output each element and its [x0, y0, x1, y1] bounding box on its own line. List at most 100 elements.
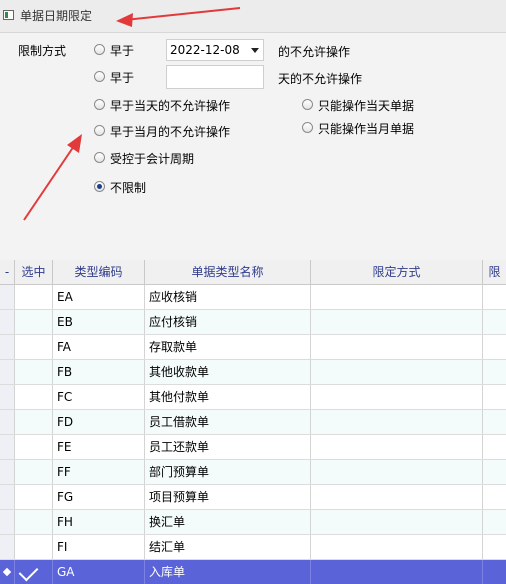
row-indicator[interactable]: [0, 485, 15, 509]
table-row[interactable]: FA 存取款单: [0, 335, 506, 360]
row-indicator[interactable]: [0, 560, 15, 584]
header-restriction-mode[interactable]: 限定方式: [311, 260, 483, 284]
row-indicator[interactable]: [0, 310, 15, 334]
cell-truncated[interactable]: [483, 510, 506, 534]
cell-restriction-mode[interactable]: [311, 485, 483, 509]
cell-restriction-mode[interactable]: [311, 310, 483, 334]
row-indicator[interactable]: [0, 510, 15, 534]
cell-restriction-mode[interactable]: [311, 460, 483, 484]
row-select-checkbox[interactable]: [15, 535, 53, 559]
table-row[interactable]: FI 结汇单: [0, 535, 506, 560]
row-indicator[interactable]: [0, 285, 15, 309]
table-row[interactable]: FF 部门预算单: [0, 460, 506, 485]
row-select-checkbox[interactable]: [15, 485, 53, 509]
cell-restriction-mode[interactable]: [311, 510, 483, 534]
cell-truncated[interactable]: [483, 460, 506, 484]
cell-type-name[interactable]: 其他收款单: [145, 360, 311, 384]
row-indicator[interactable]: [0, 410, 15, 434]
table-row[interactable]: FH 换汇单: [0, 510, 506, 535]
cell-type-code[interactable]: EA: [53, 285, 145, 309]
row-select-checkbox[interactable]: [15, 460, 53, 484]
radio-only-today[interactable]: [302, 99, 313, 110]
row-select-checkbox[interactable]: [15, 560, 53, 584]
cell-type-name[interactable]: 其他付款单: [145, 385, 311, 409]
radio-earlier-than-days[interactable]: [94, 71, 105, 82]
table-row[interactable]: FG 项目预算单: [0, 485, 506, 510]
row-indicator[interactable]: [0, 385, 15, 409]
cell-truncated[interactable]: [483, 560, 506, 584]
cell-restriction-mode[interactable]: [311, 360, 483, 384]
cell-truncated[interactable]: [483, 335, 506, 359]
cell-type-code[interactable]: FA: [53, 335, 145, 359]
radio-accounting-period[interactable]: [94, 152, 105, 163]
table-row[interactable]: FC 其他付款单: [0, 385, 506, 410]
cell-truncated[interactable]: [483, 535, 506, 559]
table-row[interactable]: EB 应付核销: [0, 310, 506, 335]
cell-type-name[interactable]: 入库单: [145, 560, 311, 584]
table-row[interactable]: EA 应收核销: [0, 285, 506, 310]
cell-type-code[interactable]: FC: [53, 385, 145, 409]
cell-type-name[interactable]: 换汇单: [145, 510, 311, 534]
cell-truncated[interactable]: [483, 310, 506, 334]
cell-type-name[interactable]: 存取款单: [145, 335, 311, 359]
radio-unlimited[interactable]: [94, 181, 105, 192]
header-type-code[interactable]: 类型编码: [53, 260, 145, 284]
cell-truncated[interactable]: [483, 285, 506, 309]
row-select-checkbox[interactable]: [15, 435, 53, 459]
cell-truncated[interactable]: [483, 360, 506, 384]
table-row[interactable]: FE 员工还款单: [0, 435, 506, 460]
cell-type-code[interactable]: FF: [53, 460, 145, 484]
row-indicator[interactable]: [0, 335, 15, 359]
cell-type-code[interactable]: EB: [53, 310, 145, 334]
row-indicator[interactable]: [0, 535, 15, 559]
cell-type-code[interactable]: FI: [53, 535, 145, 559]
row-select-checkbox[interactable]: [15, 510, 53, 534]
table-row[interactable]: FB 其他收款单: [0, 360, 506, 385]
cell-restriction-mode[interactable]: [311, 285, 483, 309]
radio-before-today[interactable]: [94, 99, 105, 110]
header-indicator[interactable]: -: [0, 260, 15, 284]
row-indicator[interactable]: [0, 360, 15, 384]
cell-type-code[interactable]: FE: [53, 435, 145, 459]
cell-truncated[interactable]: [483, 485, 506, 509]
cell-type-name[interactable]: 员工还款单: [145, 435, 311, 459]
cell-restriction-mode[interactable]: [311, 410, 483, 434]
date-select[interactable]: 2022-12-08: [166, 39, 264, 61]
row-indicator[interactable]: [0, 460, 15, 484]
days-input[interactable]: [166, 65, 264, 89]
header-selected[interactable]: 选中: [15, 260, 53, 284]
cell-type-name[interactable]: 部门预算单: [145, 460, 311, 484]
table-row[interactable]: GA 入库单: [0, 560, 506, 584]
cell-truncated[interactable]: [483, 410, 506, 434]
cell-type-code[interactable]: FD: [53, 410, 145, 434]
row-indicator[interactable]: [0, 435, 15, 459]
cell-restriction-mode[interactable]: [311, 435, 483, 459]
cell-type-name[interactable]: 项目预算单: [145, 485, 311, 509]
row-select-checkbox[interactable]: [15, 310, 53, 334]
radio-earlier-than-date[interactable]: [94, 44, 105, 55]
cell-restriction-mode[interactable]: [311, 535, 483, 559]
row-select-checkbox[interactable]: [15, 410, 53, 434]
chevron-down-icon[interactable]: [251, 48, 259, 53]
cell-type-code[interactable]: FB: [53, 360, 145, 384]
cell-type-name[interactable]: 应收核销: [145, 285, 311, 309]
radio-only-month[interactable]: [302, 122, 313, 133]
cell-type-code[interactable]: FG: [53, 485, 145, 509]
cell-restriction-mode[interactable]: [311, 335, 483, 359]
header-truncated[interactable]: 限: [483, 260, 506, 284]
cell-restriction-mode[interactable]: [311, 385, 483, 409]
cell-truncated[interactable]: [483, 385, 506, 409]
row-select-checkbox[interactable]: [15, 385, 53, 409]
header-type-name[interactable]: 单据类型名称: [145, 260, 311, 284]
cell-type-name[interactable]: 应付核销: [145, 310, 311, 334]
cell-truncated[interactable]: [483, 435, 506, 459]
row-select-checkbox[interactable]: [15, 335, 53, 359]
cell-type-name[interactable]: 结汇单: [145, 535, 311, 559]
cell-type-code[interactable]: FH: [53, 510, 145, 534]
row-select-checkbox[interactable]: [15, 285, 53, 309]
row-select-checkbox[interactable]: [15, 360, 53, 384]
cell-restriction-mode[interactable]: [311, 560, 483, 584]
table-row[interactable]: FD 员工借款单: [0, 410, 506, 435]
radio-before-month[interactable]: [94, 125, 105, 136]
cell-type-code[interactable]: GA: [53, 560, 145, 584]
